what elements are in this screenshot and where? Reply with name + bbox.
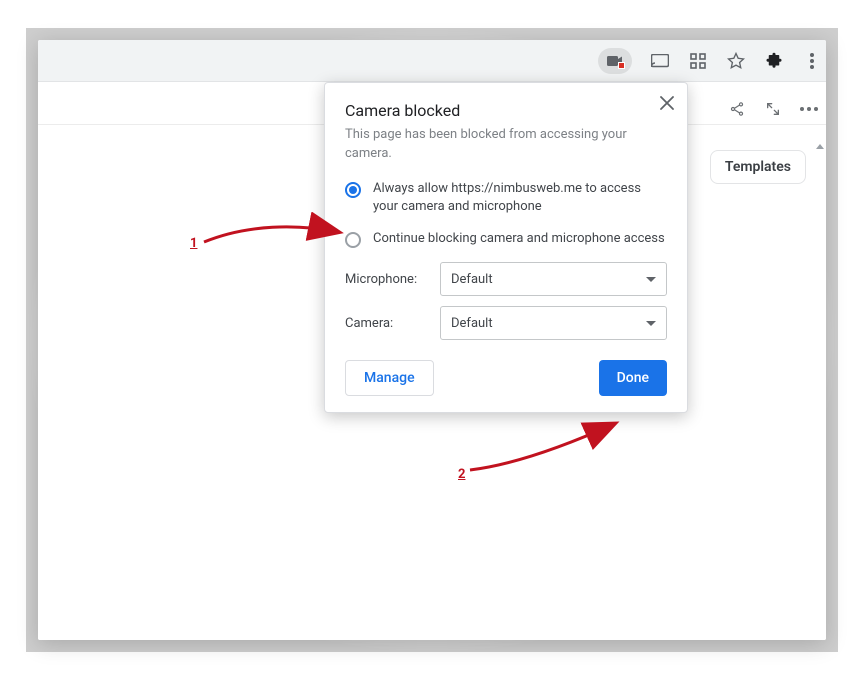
microphone-label: Microphone: [345, 272, 430, 287]
microphone-row: Microphone: Default [345, 262, 667, 296]
camera-label: Camera: [345, 316, 430, 331]
share-icon[interactable] [728, 100, 746, 118]
manage-button-label: Manage [364, 370, 415, 386]
expand-icon[interactable] [764, 100, 782, 118]
camera-blocked-indicator[interactable] [598, 48, 632, 74]
camera-row: Camera: Default [345, 306, 667, 340]
blocked-badge [618, 62, 625, 69]
popup-title: Camera blocked [345, 101, 667, 120]
extensions-icon[interactable] [764, 51, 784, 71]
camera-select[interactable]: Default [440, 306, 667, 340]
popup-subtitle: This page has been blocked from accessin… [345, 126, 645, 164]
done-button-label: Done [617, 370, 649, 386]
microphone-select[interactable]: Default [440, 262, 667, 296]
done-button[interactable]: Done [599, 360, 667, 396]
option-allow-label: Always allow https://nimbusweb.me to acc… [373, 180, 667, 216]
popup-close-button[interactable] [657, 93, 677, 113]
option-allow-row[interactable]: Always allow https://nimbusweb.me to acc… [345, 180, 667, 216]
manage-button[interactable]: Manage [345, 360, 434, 396]
camera-value: Default [451, 316, 493, 331]
chevron-down-icon [646, 321, 656, 326]
templates-button[interactable]: Templates [710, 150, 806, 184]
option-block-row[interactable]: Continue blocking camera and microphone … [345, 230, 667, 248]
radio-allow[interactable] [345, 182, 361, 198]
popup-actions: Manage Done [345, 360, 667, 396]
bookmark-star-icon[interactable] [726, 51, 746, 71]
camera-permission-popup: Camera blocked This page has been blocke… [324, 82, 688, 413]
browser-menu-icon[interactable] [808, 51, 816, 71]
browser-window: Templates Camera blocked This page has b… [38, 40, 826, 640]
annotation-2-label: 2 [458, 467, 465, 482]
chevron-down-icon [646, 277, 656, 282]
radio-block[interactable] [345, 232, 361, 248]
page-action-bar [728, 100, 818, 118]
page-more-icon[interactable] [800, 100, 818, 118]
cast-icon[interactable] [650, 51, 670, 71]
browser-toolbar [38, 40, 826, 82]
templates-label: Templates [725, 159, 791, 175]
scroll-up-icon [816, 144, 824, 149]
microphone-value: Default [451, 272, 493, 287]
page-scrollbar[interactable] [816, 144, 824, 640]
annotation-2-arrow [464, 412, 624, 482]
apps-grid-icon[interactable] [688, 51, 708, 71]
option-block-label: Continue blocking camera and microphone … [373, 230, 665, 248]
annotation-1-label: 1 [190, 236, 197, 251]
page-content-area: Templates Camera blocked This page has b… [38, 82, 826, 640]
close-icon [660, 96, 674, 110]
